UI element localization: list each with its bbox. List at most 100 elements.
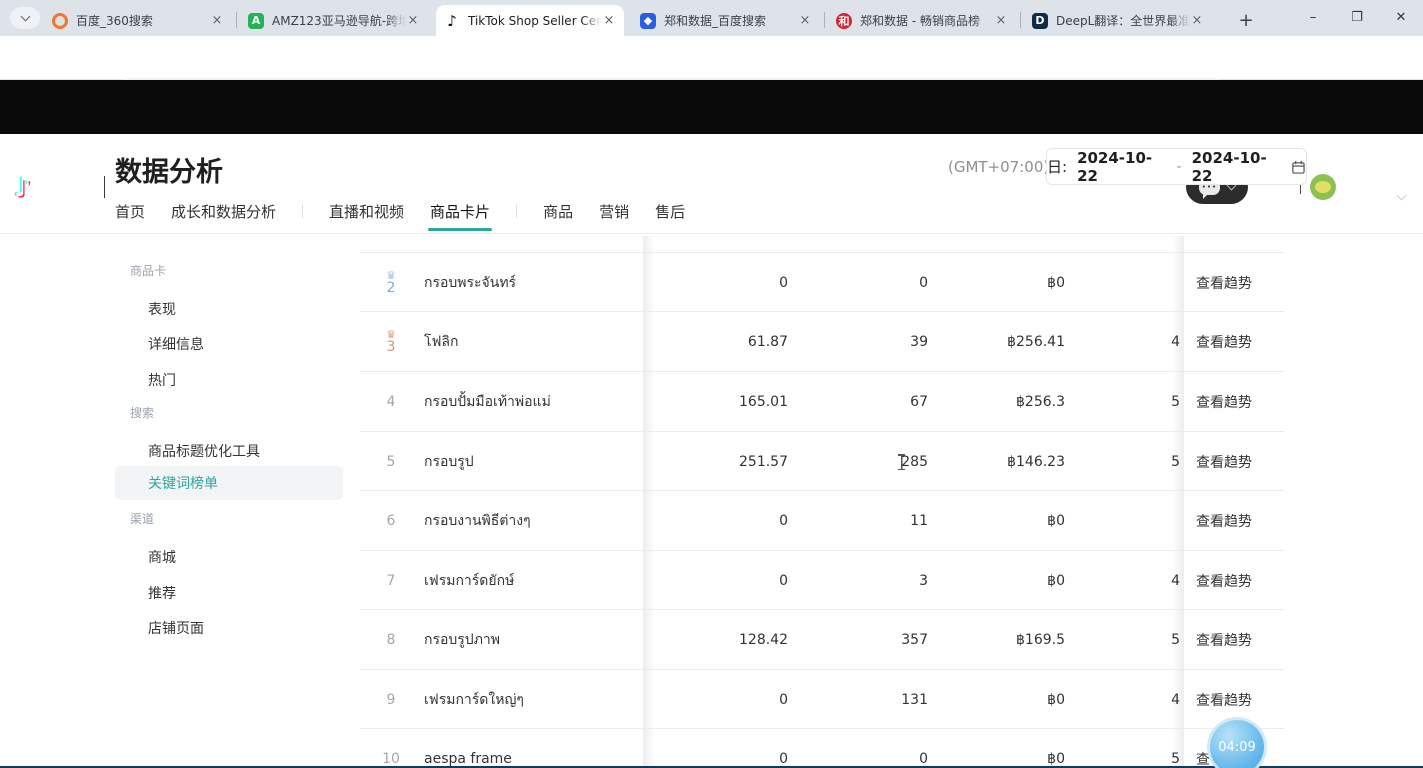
clipped-metric-left: 2 (645, 729, 657, 768)
shop-switcher[interactable]: 泰国 店铺 (1344, 180, 1402, 200)
sidebar: 商品卡表现详细信息热门搜索商品标题优化工具关键词榜单渠道商城推荐店铺页面 (115, 236, 343, 768)
zhenghe-blue-icon: ◆ (640, 13, 656, 29)
nav-item-4[interactable]: 直播中控 (444, 175, 512, 200)
page-title: 数据分析 (115, 150, 223, 189)
window-minimize-button[interactable]: – (1291, 0, 1335, 35)
tab-title: 郑和数据 - 畅销商品榜 (860, 12, 994, 29)
tab-divider (302, 204, 303, 218)
metric-1-cell: 0 (660, 670, 788, 730)
nav-item-2[interactable]: 数据罗盘 (232, 175, 300, 200)
view-trend-link[interactable]: 查看趋势 (1196, 610, 1266, 670)
tiktok-icon: ♪ (444, 13, 460, 29)
gmv-cell: ฿169.5 (937, 610, 1065, 670)
view-trend-link[interactable]: 查看趋势 (1196, 253, 1266, 313)
tab-search-button[interactable] (10, 7, 40, 29)
clipped-metric-left: 3 (645, 312, 657, 372)
gmv-cell: ฿256.41 (937, 312, 1065, 372)
date-separator: - (1177, 159, 1182, 175)
browser-tab-2[interactable]: AAMZ123亚马逊导航-跨境× (240, 5, 428, 36)
tab-close-icon[interactable]: × (406, 14, 420, 28)
metric-1-cell: 251.57 (660, 432, 788, 492)
browser-tab-4[interactable]: ◆郑和数据_百度搜索× (632, 5, 820, 36)
gmv-cell: ฿0 (937, 729, 1065, 768)
tab-title: 百度_360搜索 (76, 12, 210, 29)
analytics-tab-5[interactable]: 商品 (543, 201, 573, 222)
rank-cell: ♛ 8 (374, 610, 408, 670)
metric-2-cell: 67 (800, 372, 928, 432)
clipped-metric-left: 3 (645, 372, 657, 432)
clipped-metric-right: 5 (1160, 432, 1180, 492)
sidebar-item-1-1[interactable]: 关键词榜单 (115, 466, 343, 500)
tab-close-icon[interactable]: × (798, 14, 812, 28)
chevron-down-icon[interactable] (1398, 184, 1405, 203)
view-trend-link[interactable]: 查看趋势 (1196, 551, 1266, 611)
nav-item-3[interactable]: 联盟带货 (338, 175, 406, 200)
view-trend-link[interactable]: 查看趋势 (1196, 491, 1266, 551)
clipped-metric-right: 5 (1160, 610, 1180, 670)
sidebar-item-1-0[interactable]: 商品标题优化工具 (115, 434, 343, 468)
browser-tab-3[interactable]: ♪TikTok Shop Seller Cente× (436, 5, 624, 36)
sidebar-item-0-1[interactable]: 详细信息 (115, 327, 343, 361)
sidebar-item-2-0[interactable]: 商城 (115, 540, 343, 574)
sidebar-item-0-2[interactable]: 热门 (115, 363, 343, 397)
browser-tab-1[interactable]: 百度_360搜索× (44, 5, 232, 36)
tab-title: DeepL翻译：全世界最准 (1056, 12, 1190, 29)
clipped-metric-right: 4 (1160, 312, 1180, 372)
analytics-tab-2[interactable]: 成长和数据分析 (171, 201, 276, 222)
browser-tab-5[interactable]: 和郑和数据 - 畅销商品榜× (828, 5, 1016, 36)
metric-1-cell: 128.42 (660, 610, 788, 670)
date-range-picker[interactable]: 日: 2024-10-22 - 2024-10-22 (1046, 148, 1307, 185)
tab-close-icon[interactable]: × (994, 14, 1008, 28)
tab-close-icon[interactable]: × (210, 14, 224, 28)
table-row: ♛ 7 เฟรมการ์ดยักษ์ 3 0 3 ฿0 4 查看趋势 (360, 550, 1285, 611)
view-trend-link[interactable]: 查看趋势 (1196, 312, 1266, 372)
amz123-icon: A (248, 13, 264, 29)
site-header: ♪ TikTok Shop 商家中心数据罗盘联盟带货直播中控学习中心 ••• 7… (0, 80, 1423, 134)
rank-cell: ♛ 5 (374, 432, 408, 492)
shop-avatar[interactable] (1310, 174, 1336, 200)
metric-1-cell: 0 (660, 491, 788, 551)
analytics-tab-3[interactable]: 直播和视频 (329, 201, 404, 222)
sidebar-item-2-1[interactable]: 推荐 (115, 576, 343, 610)
analytics-tab-7[interactable]: 售后 (655, 201, 685, 222)
tab-close-icon[interactable]: × (1190, 14, 1204, 28)
window-close-button[interactable]: ✕ (1379, 0, 1423, 35)
sidebar-item-2-2[interactable]: 店铺页面 (115, 611, 343, 645)
date-end[interactable]: 2024-10-22 (1192, 149, 1281, 185)
browser-tab-strip: 百度_360搜索×AAMZ123亚马逊导航-跨境×♪TikTok Shop Se… (0, 0, 1423, 36)
browser-tab-6[interactable]: D DeepL翻译：全世界最准× (1024, 5, 1212, 36)
metric-2-cell: 0 (800, 253, 928, 313)
tab-separator (236, 12, 237, 28)
screen: 百度_360搜索×AAMZ123亚马逊导航-跨境×♪TikTok Shop Se… (0, 0, 1423, 768)
table-row: ♛ 5 กรอบรูป 9 251.57 285 ฿146.23 5 查看趋势 (360, 431, 1285, 492)
keyword-cell: กรอบงานพิธีต่างๆ (424, 491, 636, 551)
metric-1-cell: 165.01 (660, 372, 788, 432)
text-cursor-icon (898, 454, 905, 470)
new-tab-button[interactable]: + (1232, 6, 1260, 34)
view-trend-link[interactable]: 查看趋势 (1196, 432, 1266, 492)
date-start[interactable]: 2024-10-22 (1077, 149, 1166, 185)
nav-item-5[interactable]: 学习中心 (550, 175, 618, 200)
sidebar-section-label: 渠道 (130, 510, 154, 527)
tiktok-logo-icon[interactable]: ♪ (14, 172, 31, 203)
rank-cell: ♛ 9 (374, 670, 408, 730)
tab-separator (1020, 12, 1021, 28)
clipped-metric-left: 3 (645, 551, 657, 611)
clipped-metric-right: 5 (1160, 372, 1180, 432)
metric-2-cell: 11 (800, 491, 928, 551)
rank-number: 9 (387, 693, 396, 708)
tab-separator (824, 12, 825, 28)
analytics-tab-1[interactable]: 首页 (115, 201, 145, 222)
rank-number: 3 (387, 340, 396, 355)
clipped-metric-left: 3 (645, 491, 657, 551)
window-maximize-button[interactable]: ❐ (1335, 0, 1379, 35)
analytics-tab-4[interactable]: 商品卡片 (430, 201, 490, 222)
rank-number: 7 (387, 574, 396, 589)
deepl-icon: D (1032, 13, 1048, 29)
sidebar-item-0-0[interactable]: 表现 (115, 292, 343, 326)
view-trend-link[interactable]: 查看趋势 (1196, 372, 1266, 432)
screen-recorder-timer-bubble[interactable]: 04:09 (1210, 720, 1264, 768)
keyword-cell: กรอบรูป (424, 432, 636, 492)
analytics-tab-6[interactable]: 营销 (599, 201, 629, 222)
tab-close-icon[interactable]: × (602, 14, 616, 28)
